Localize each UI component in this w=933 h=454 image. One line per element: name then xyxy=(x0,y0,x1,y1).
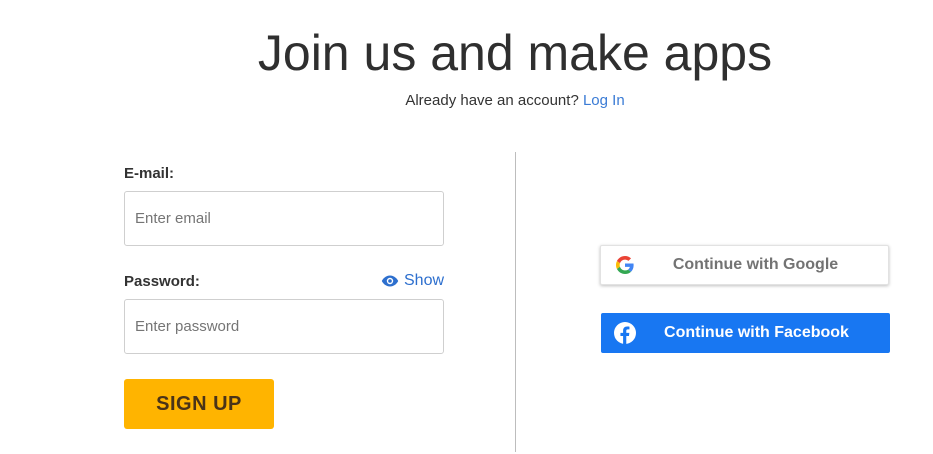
sign-up-button[interactable]: SIGN UP xyxy=(124,379,274,429)
page-title: Join us and make apps xyxy=(257,25,773,81)
login-link[interactable]: Log In xyxy=(583,92,625,109)
show-password-label: Show xyxy=(404,272,445,289)
continue-with-google-button[interactable]: Continue with Google xyxy=(600,245,889,285)
vertical-divider xyxy=(515,152,516,452)
login-prompt: Already have an account? Log In xyxy=(0,91,933,111)
facebook-button-label: Continue with Facebook xyxy=(664,324,849,341)
continue-with-facebook-button[interactable]: Continue with Facebook xyxy=(601,313,890,353)
eye-icon xyxy=(381,274,399,288)
email-label: E-mail: xyxy=(124,165,175,182)
password-input[interactable] xyxy=(124,299,444,354)
google-button-label: Continue with Google xyxy=(672,256,839,273)
email-input[interactable] xyxy=(124,191,444,246)
password-label: Password: xyxy=(124,273,200,290)
show-password-toggle[interactable]: Show xyxy=(381,271,444,291)
facebook-icon xyxy=(614,322,636,344)
google-icon xyxy=(614,254,636,276)
signup-page: Join us and make apps Already have an ac… xyxy=(0,0,933,454)
login-prompt-text: Already have an account? xyxy=(405,92,579,109)
